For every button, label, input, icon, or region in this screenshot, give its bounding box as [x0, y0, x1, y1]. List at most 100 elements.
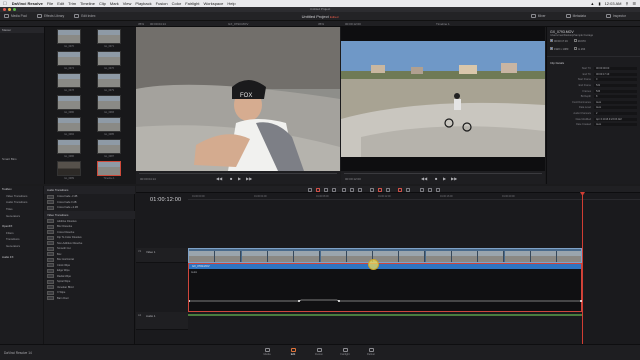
video-clip[interactable]	[188, 248, 582, 263]
media-clip-thumbnail[interactable]	[97, 51, 121, 66]
effects-library-button[interactable]: Effects Library	[36, 14, 64, 18]
effects-tree-item[interactable]: Audio FX	[0, 253, 43, 260]
effects-tree-item[interactable]: Generators	[0, 212, 43, 219]
page-tab-deliver[interactable]: Deliver	[360, 348, 382, 356]
timeline-next-icon[interactable]: ▶▶	[451, 176, 457, 181]
bin-master[interactable]: Master	[0, 27, 44, 33]
minimize-window-icon[interactable]	[8, 8, 11, 11]
media-clip-thumbnail[interactable]	[57, 51, 81, 66]
media-clip-thumbnail[interactable]	[57, 161, 81, 176]
marker-icon[interactable]	[406, 187, 410, 192]
linked-selection-icon[interactable]	[378, 187, 382, 192]
menu-mark[interactable]: Mark	[110, 1, 119, 6]
clip-details-header[interactable]: Clip Details	[547, 56, 640, 66]
clip-detail-value[interactable]: 00:00:17:19	[594, 72, 637, 76]
effects-tree-item[interactable]: Audio Transitions	[0, 199, 43, 206]
source-scrubber[interactable]	[139, 173, 337, 174]
apple-icon[interactable]: 	[3, 1, 7, 7]
clip-detail-value[interactable]: 533	[594, 89, 637, 93]
media-clip-thumbnail[interactable]	[57, 139, 81, 154]
source-stop-icon[interactable]: ■	[230, 176, 232, 181]
menu-app-name[interactable]: DaVinci Resolve	[12, 1, 43, 6]
zoom-window-icon[interactable]	[13, 8, 16, 11]
effects-tree-item[interactable]: OpenFX	[0, 223, 43, 230]
timeline-stop-icon[interactable]: ■	[435, 176, 437, 181]
clip-detail-value[interactable]: Auto	[594, 100, 637, 104]
effects-tree-item[interactable]: Titles	[0, 206, 43, 213]
media-clip-thumbnail[interactable]	[97, 117, 121, 132]
position-lock-icon[interactable]	[386, 187, 390, 192]
menu-fairlight[interactable]: Fairlight	[185, 1, 199, 6]
clip-detail-value[interactable]: 8	[594, 95, 637, 99]
media-clip-thumbnail[interactable]	[57, 73, 81, 88]
menu-trim[interactable]: Trim	[68, 1, 76, 6]
insert-clip-icon[interactable]	[342, 187, 346, 192]
page-tab-fairlight[interactable]: Fairlight	[334, 348, 356, 356]
clip-detail-value[interactable]: Auto	[594, 106, 637, 110]
menu-playback[interactable]: Playback	[135, 1, 151, 6]
edit-index-button[interactable]: Edit Index	[74, 14, 95, 18]
media-clip-thumbnail[interactable]	[57, 95, 81, 110]
media-clip-thumbnail[interactable]	[57, 29, 81, 44]
wifi-icon[interactable]: ▲	[590, 1, 594, 6]
menu-help[interactable]: Help	[227, 1, 235, 6]
smart-bins-label[interactable]: Smart Bins	[2, 157, 17, 161]
clip-detail-value[interactable]: 2	[594, 112, 637, 116]
effects-tree-item[interactable]: Generators	[0, 243, 43, 250]
media-clip-thumbnail[interactable]	[97, 95, 121, 110]
clip-detail-value[interactable]: Apr 6 2016 9:23:03 AM	[594, 117, 637, 121]
snapping-icon[interactable]	[370, 187, 374, 192]
source-play-icon[interactable]: ▶	[238, 176, 241, 181]
media-clip-thumbnail[interactable]	[97, 161, 121, 176]
effects-tree-item[interactable]: Transitions	[0, 236, 43, 243]
search-icon[interactable]: ⚲	[625, 1, 628, 6]
flag-icon[interactable]	[398, 187, 402, 192]
resolution-checkbox[interactable]: 1920 x 1080	[550, 47, 568, 51]
menu-timeline[interactable]: Timeline	[80, 1, 95, 6]
media-clip-thumbnail[interactable]	[97, 139, 121, 154]
fps-checkbox[interactable]: 29.970	[573, 39, 586, 43]
effects-tree-item[interactable]: Video Transitions	[0, 193, 43, 200]
timeline-name[interactable]: Timeline 1	[436, 22, 450, 26]
media-clip-thumbnail[interactable]	[97, 73, 121, 88]
menu-clip[interactable]: Clip	[99, 1, 106, 6]
replace-clip-icon[interactable]	[358, 187, 362, 192]
source-next-icon[interactable]: ▶▶	[246, 176, 252, 181]
page-tab-fusion[interactable]: Fusion	[308, 348, 330, 356]
timeline-play-icon[interactable]: ▶	[443, 176, 446, 181]
source-viewer[interactable]: FOX ◀◀ ■ ▶ ▶▶ 00:00:04:14	[136, 27, 340, 184]
dynamic-trim-icon[interactable]	[324, 187, 328, 192]
effects-tree-item[interactable]: Filters	[0, 230, 43, 237]
media-pool-button[interactable]: Media Pool	[4, 14, 27, 18]
timeline-viewer[interactable]: ◀◀ ■ ▶ ▶▶ 00:00:12:00	[341, 27, 545, 184]
media-clip-thumbnail[interactable]	[97, 29, 121, 44]
clip-detail-value[interactable]: 0	[594, 78, 637, 82]
left-viewer-zoom[interactable]: 35%	[138, 22, 144, 26]
selection-tool-icon[interactable]	[308, 187, 312, 192]
menu-view[interactable]: View	[123, 1, 132, 6]
menu-edit[interactable]: Edit	[57, 1, 64, 6]
effects-tree-item[interactable]: Toolbox	[0, 186, 43, 193]
menu-color[interactable]: Color	[172, 1, 182, 6]
menu-fusion[interactable]: Fusion	[156, 1, 168, 6]
video-track-header[interactable]: V1 Video 1	[136, 248, 188, 263]
clip-detail-value[interactable]: 00:00:00:00	[594, 67, 637, 71]
close-window-icon[interactable]	[3, 8, 6, 11]
overwrite-clip-icon[interactable]	[350, 187, 354, 192]
inspector-button[interactable]: Inspector	[605, 14, 626, 18]
mixer-button[interactable]: Mixer	[530, 14, 546, 18]
codec-checkbox[interactable]: H.264	[574, 47, 585, 51]
timeline-ruler[interactable]: 01:00:00:00 01:00:04:00 01:00:08:00 01:00:1…	[188, 193, 640, 200]
trim-tool-icon[interactable]	[316, 187, 320, 192]
zoom-detail-icon[interactable]	[428, 187, 432, 192]
source-prev-icon[interactable]: ◀◀	[216, 176, 222, 181]
menu-file[interactable]: File	[47, 1, 53, 6]
page-tab-edit[interactable]: Edit	[282, 348, 304, 356]
zoom-custom-icon[interactable]	[436, 187, 440, 192]
clip-detail-value[interactable]: 532	[594, 84, 637, 88]
menu-workspace[interactable]: Workspace	[203, 1, 223, 6]
timeline-scrubber[interactable]	[344, 173, 542, 174]
audio-clip[interactable]: GX_0793.MOV Audio	[188, 263, 583, 312]
right-viewer-zoom[interactable]: 35%	[318, 22, 324, 26]
effect-item[interactable]: Barn Door	[44, 296, 135, 302]
